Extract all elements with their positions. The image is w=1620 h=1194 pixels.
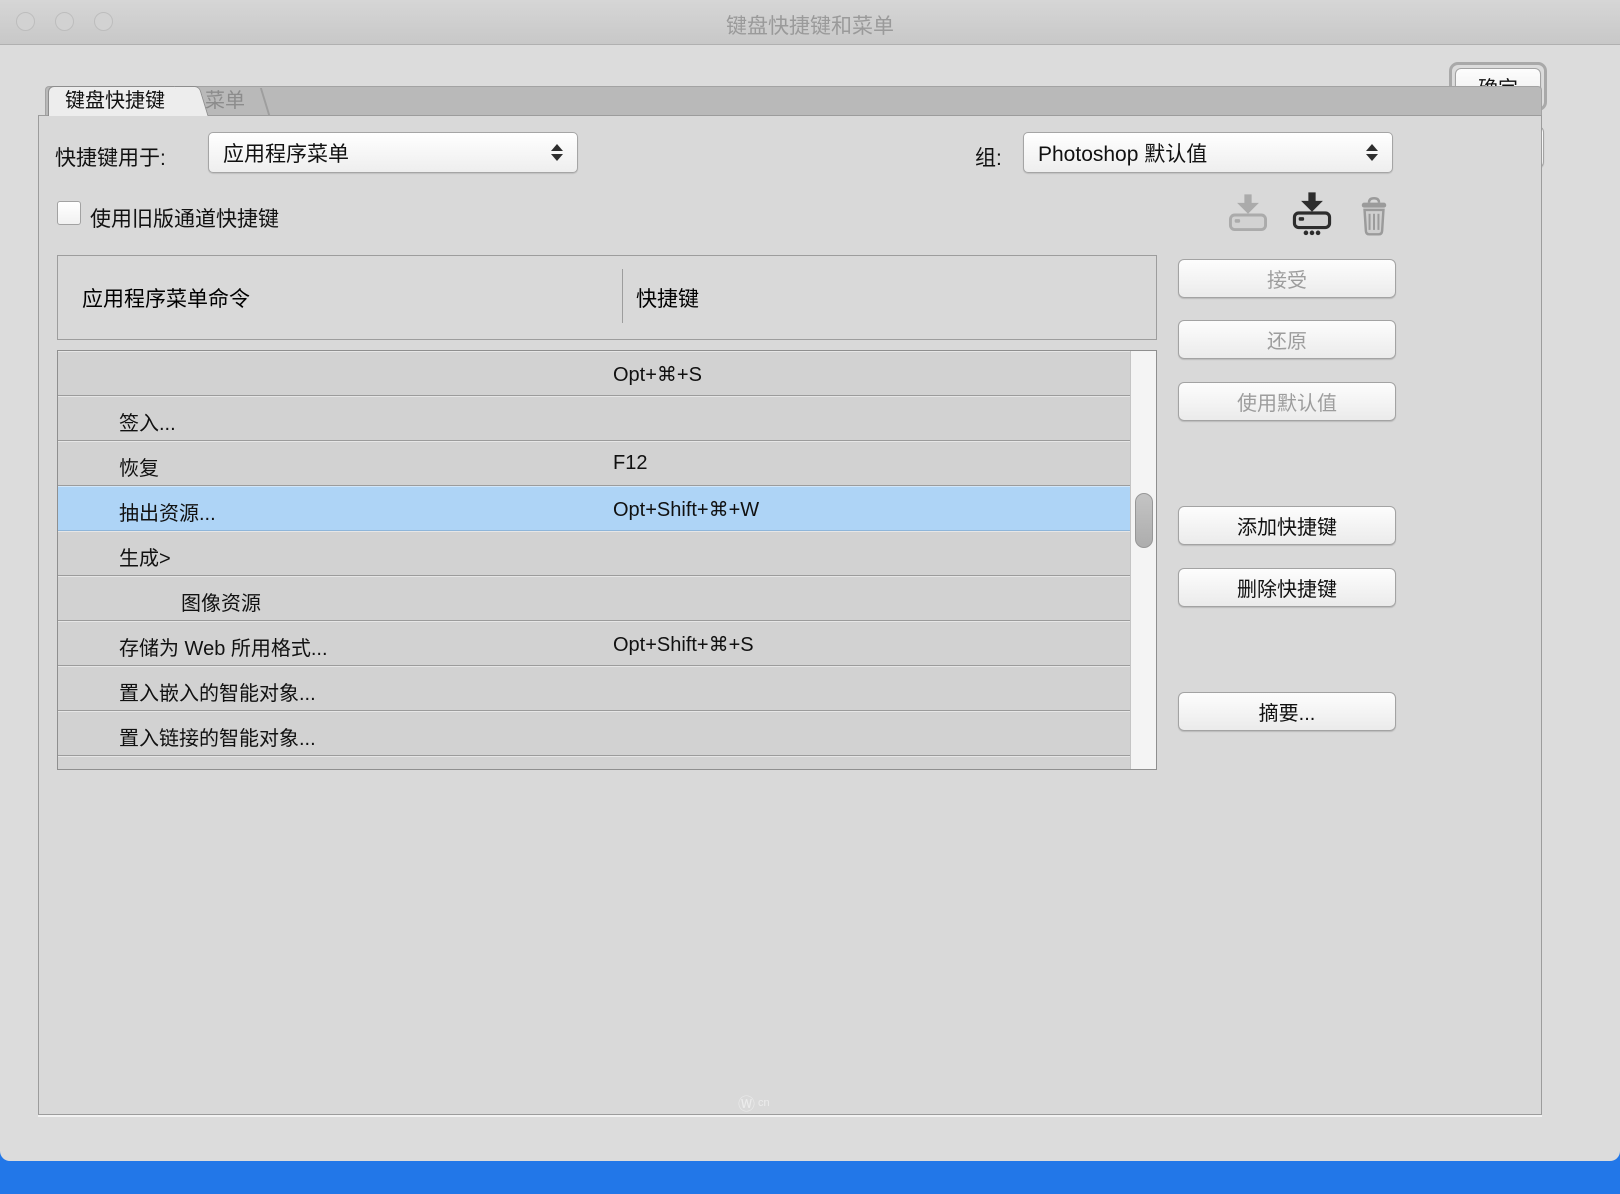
title-bar: 键盘快捷键和菜单 (0, 0, 1620, 45)
shortcut-row[interactable]: 图像资源 (58, 576, 1156, 621)
stepper-arrows-icon (1366, 144, 1378, 161)
set-value: Photoshop 默认值 (1038, 138, 1358, 168)
shortcut-row[interactable]: 置入嵌入的智能对象... (58, 666, 1156, 711)
add-shortcut-button[interactable]: 添加快捷键 (1178, 506, 1396, 545)
shortcut-value: Opt+⌘+S (613, 362, 702, 387)
stepper-arrows-icon (551, 144, 563, 161)
scrollbar-thumb[interactable] (1135, 493, 1153, 548)
column-divider (622, 269, 623, 323)
set-label: 组: (975, 142, 1002, 172)
use-default-button[interactable]: 使用默认值 (1178, 382, 1396, 421)
shortcut-value: Opt+Shift+⌘+S (613, 632, 754, 657)
watermark: Ⓦcn (738, 1090, 770, 1115)
shortcuts-for-dropdown[interactable]: 应用程序菜单 (208, 132, 578, 173)
keyboard-shortcuts-dialog: 键盘快捷键和菜单 确定 取消 键盘快捷键 菜单 快捷键用于: 应用程序菜单 组:… (0, 0, 1620, 1161)
shortcut-row[interactable] (58, 756, 1156, 769)
shortcut-row[interactable]: 签入... (58, 396, 1156, 441)
column-header-shortcut: 快捷键 (636, 283, 699, 313)
shortcuts-for-label: 快捷键用于: (55, 142, 166, 172)
command-name: 抽出资源... (119, 497, 216, 526)
save-set-as-icon[interactable] (1290, 190, 1334, 236)
delete-set-icon[interactable] (1356, 196, 1392, 236)
summarize-button[interactable]: 摘要... (1178, 692, 1396, 731)
command-name: 签入... (119, 407, 176, 436)
shortcut-row[interactable]: Opt+⌘+S (58, 351, 1156, 396)
shortcuts-for-value: 应用程序菜单 (223, 138, 543, 168)
tab-strip (45, 86, 1542, 115)
legacy-channel-shortcuts-checkbox[interactable] (57, 201, 81, 225)
command-name: 恢复 (119, 452, 159, 481)
scrollbar-track[interactable] (1130, 351, 1156, 769)
shortcut-row[interactable]: 存储为 Web 所用格式... Opt+Shift+⌘+S (58, 621, 1156, 666)
shortcut-list: Opt+⌘+S 签入... 恢复 F12 抽出资源... Opt+Shift+⌘+W 生成>… (57, 350, 1157, 770)
set-dropdown[interactable]: Photoshop 默认值 (1023, 132, 1393, 173)
legacy-channel-shortcuts-label: 使用旧版通道快捷键 (90, 203, 279, 233)
delete-shortcut-button[interactable]: 删除快捷键 (1178, 568, 1396, 607)
command-name: 置入链接的智能对象... (119, 722, 316, 751)
table-header: 应用程序菜单命令 快捷键 (57, 255, 1157, 340)
shortcut-value: Opt+Shift+⌘+W (613, 497, 759, 522)
shortcut-value: F12 (613, 452, 647, 475)
save-set-icon[interactable] (1226, 192, 1270, 238)
shortcut-row[interactable]: 恢复 F12 (58, 441, 1156, 486)
command-name: 图像资源 (181, 587, 261, 616)
shortcut-row[interactable]: 抽出资源... Opt+Shift+⌘+W (58, 486, 1156, 531)
command-name: 存储为 Web 所用格式... (119, 632, 328, 661)
window-title: 键盘快捷键和菜单 (0, 10, 1620, 40)
command-name: 置入嵌入的智能对象... (119, 677, 316, 706)
undo-button[interactable]: 还原 (1178, 320, 1396, 359)
column-header-command: 应用程序菜单命令 (82, 283, 250, 313)
command-name: 生成> (119, 542, 171, 571)
accept-button[interactable]: 接受 (1178, 259, 1396, 298)
shortcut-rows: Opt+⌘+S 签入... 恢复 F12 抽出资源... Opt+Shift+⌘+W 生成>… (58, 351, 1156, 769)
shortcut-row[interactable]: 生成> (58, 531, 1156, 576)
tab-keyboard-shortcuts[interactable]: 键盘快捷键 (48, 86, 191, 116)
shortcut-row[interactable]: 置入链接的智能对象... (58, 711, 1156, 756)
